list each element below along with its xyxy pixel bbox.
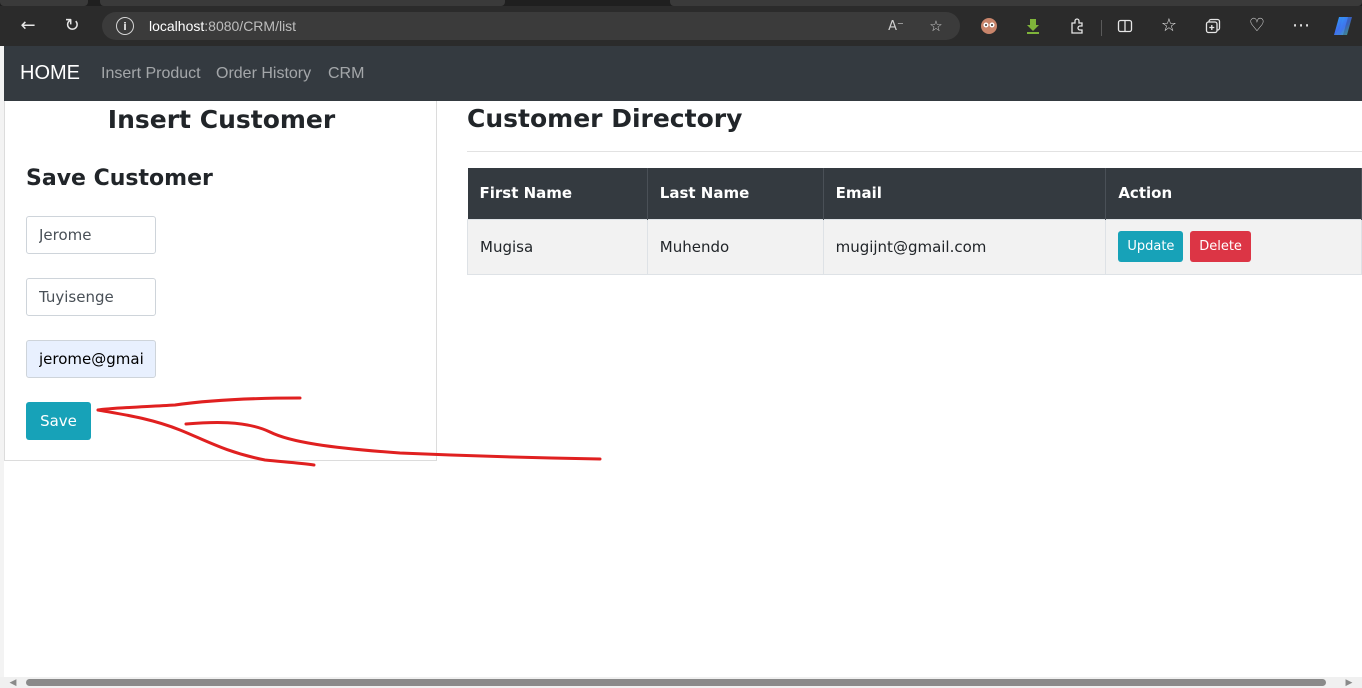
cell-email: mugijnt@gmail.com [822, 218, 1107, 275]
address-bar[interactable]: i localhost:8080/CRM/list A⁻ ☆ [102, 12, 960, 40]
read-aloud-icon[interactable]: A⁻ [886, 16, 906, 36]
back-arrow-icon[interactable]: ← [14, 12, 42, 40]
customer-table: First Name Last Name Email Action Mugisa… [467, 168, 1362, 275]
copilot-icon[interactable] [1329, 12, 1357, 40]
nav-link-order-history[interactable]: Order History [216, 65, 311, 83]
navbar: HOME Insert Product Order History CRM [4, 46, 1362, 101]
nav-link-insert-product[interactable]: Insert Product [101, 65, 201, 83]
scroll-right-icon[interactable]: ▶ [1342, 677, 1356, 688]
column-header-email: Email [823, 168, 1107, 219]
email-input[interactable] [26, 340, 156, 378]
cell-action: Update Delete [1105, 218, 1362, 275]
toolbar-divider [1101, 20, 1102, 36]
cell-first-name: Mugisa [467, 218, 648, 275]
column-header-action: Action [1105, 168, 1362, 219]
customer-directory-title: Customer Directory [467, 104, 743, 133]
address-url[interactable]: localhost:8080/CRM/list [149, 18, 296, 34]
update-button[interactable]: Update [1118, 231, 1184, 262]
download-extension-icon[interactable] [1019, 12, 1047, 40]
save-customer-heading: Save Customer [26, 166, 213, 191]
split-screen-icon[interactable] [1111, 12, 1139, 40]
nav-link-crm[interactable]: CRM [328, 65, 364, 83]
horizontal-scrollbar[interactable]: ◀ ▶ [0, 677, 1362, 688]
column-header-first-name: First Name [467, 168, 648, 219]
table-header-row: First Name Last Name Email Action [467, 168, 1362, 219]
first-name-input[interactable] [26, 216, 156, 254]
favorites-icon[interactable]: ☆ [1155, 12, 1183, 40]
url-host: localhost [149, 18, 205, 34]
insert-customer-card: Insert Customer Save Customer Save [4, 101, 437, 461]
browser-toolbar: ← ↻ i localhost:8080/CRM/list A⁻ ☆ ☆ ♡ ⋯ [0, 6, 1362, 46]
browser-essentials-icon[interactable]: ♡ [1243, 12, 1271, 40]
save-button[interactable]: Save [26, 402, 91, 440]
reload-icon[interactable]: ↻ [58, 12, 86, 40]
cell-last-name: Muhendo [646, 218, 824, 275]
scroll-left-icon[interactable]: ◀ [6, 677, 20, 688]
nav-brand-home[interactable]: HOME [20, 62, 80, 85]
scrollbar-thumb[interactable] [26, 679, 1326, 686]
extensions-icon[interactable] [1063, 12, 1091, 40]
collections-icon[interactable] [1199, 12, 1227, 40]
divider [467, 151, 1362, 152]
last-name-input[interactable] [26, 278, 156, 316]
favorite-star-icon[interactable]: ☆ [926, 16, 946, 36]
column-header-last-name: Last Name [647, 168, 824, 219]
delete-button[interactable]: Delete [1190, 231, 1251, 262]
site-info-icon[interactable]: i [116, 17, 134, 35]
more-icon[interactable]: ⋯ [1287, 12, 1315, 40]
url-path: :8080/CRM/list [204, 18, 297, 34]
table-row: Mugisa Muhendo mugijnt@gmail.com Update … [467, 218, 1362, 275]
profile-extension-icon[interactable] [975, 12, 1003, 40]
insert-customer-title: Insert Customer [107, 105, 336, 134]
page-viewport: HOME Insert Product Order History CRM In… [4, 46, 1362, 677]
